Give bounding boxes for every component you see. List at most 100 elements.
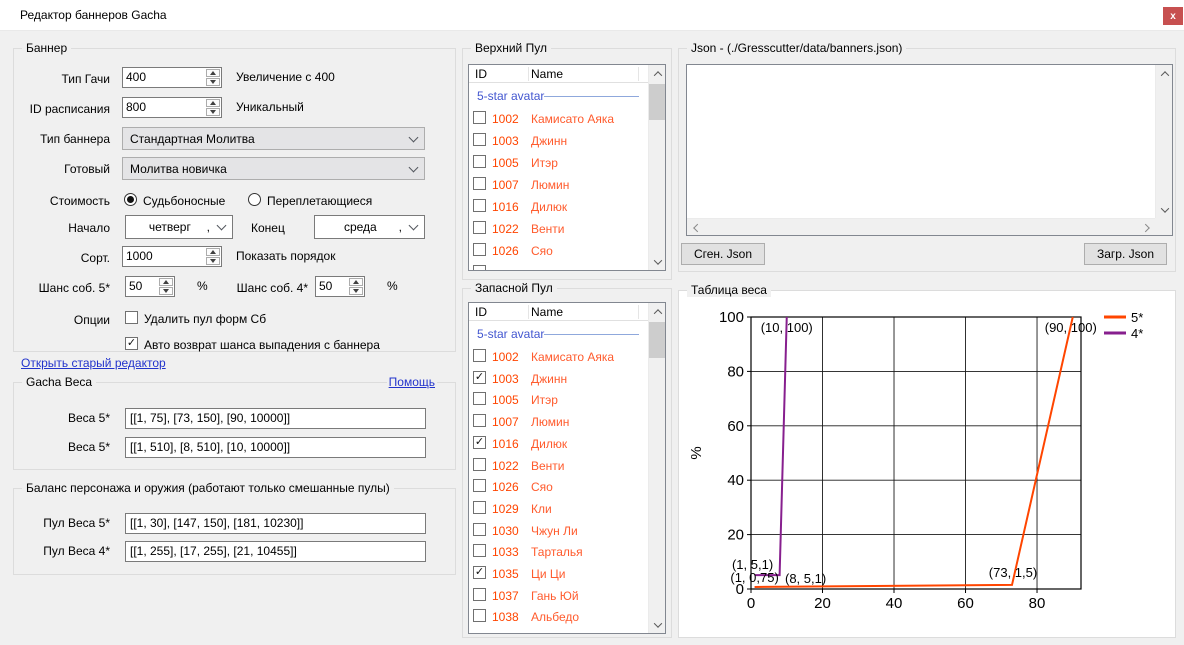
scroll-up-icon[interactable]: [1156, 65, 1173, 82]
spin-up-icon[interactable]: [206, 99, 220, 107]
item-checkbox[interactable]: [473, 177, 486, 190]
weights5-row2-input[interactable]: [[1, 510], [8, 510], [10, 10000]]: [125, 437, 426, 458]
start-day-select[interactable]: четверг,: [125, 215, 233, 239]
open-old-editor-link[interactable]: Открыть старый редактор: [21, 356, 166, 370]
item-checkbox[interactable]: [473, 523, 486, 536]
list-item[interactable]: ✓1016Дилюк: [469, 433, 649, 455]
banner-type-select[interactable]: Стандартная Молитва: [122, 127, 425, 150]
list-item[interactable]: 1033Тарталья: [469, 541, 649, 563]
scrollbar-thumb[interactable]: [649, 84, 665, 120]
item-checkbox[interactable]: [473, 133, 486, 146]
scroll-down-icon[interactable]: [1156, 201, 1173, 218]
json-horizontal-scrollbar[interactable]: [687, 218, 1155, 235]
scroll-up-icon[interactable]: [649, 303, 666, 320]
list-item[interactable]: 1030Чжун Ли: [469, 520, 649, 542]
list-item[interactable]: 1026Сяо: [469, 240, 649, 262]
list-item[interactable]: 1016Дилюк: [469, 196, 649, 218]
schedule-id-stepper[interactable]: 800: [122, 97, 222, 118]
column-header-id[interactable]: ID: [475, 305, 487, 319]
top-pool-list[interactable]: IDName5-star avatar1002Камисато Аяка1003…: [468, 64, 666, 271]
item-checkbox[interactable]: [473, 501, 486, 514]
item-checkbox[interactable]: [473, 458, 486, 471]
item-checkbox[interactable]: ✓: [473, 371, 486, 384]
item-checkbox[interactable]: [473, 199, 486, 212]
list-item[interactable]: ✓1003Джинн: [469, 368, 649, 390]
item-checkbox[interactable]: ✓: [473, 436, 486, 449]
scroll-down-icon[interactable]: [649, 253, 666, 270]
reserve-pool-list[interactable]: IDName5-star avatar1002Камисато Аяка✓100…: [468, 302, 666, 634]
spin-down-icon[interactable]: [206, 108, 220, 116]
column-header-name[interactable]: Name: [531, 305, 563, 319]
column-header-id[interactable]: ID: [475, 67, 487, 81]
list-item[interactable]: 1022Венти: [469, 218, 649, 240]
chance4-stepper[interactable]: 50: [315, 276, 365, 297]
item-checkbox[interactable]: [473, 414, 486, 427]
chance5-stepper[interactable]: 50: [125, 276, 175, 297]
list-item[interactable]: 1022Венти: [469, 455, 649, 477]
spin-up-icon[interactable]: [206, 248, 220, 256]
gacha-type-stepper[interactable]: 400: [122, 67, 222, 88]
list-item[interactable]: 1005Итэр: [469, 389, 649, 411]
json-vertical-scrollbar[interactable]: [1155, 65, 1172, 218]
cost-radio-fate[interactable]: [124, 193, 137, 206]
chance4-unit: %: [387, 279, 398, 293]
column-header-name[interactable]: Name: [531, 67, 563, 81]
item-checkbox[interactable]: [473, 479, 486, 492]
spin-up-icon[interactable]: [159, 278, 173, 286]
pool-weights4-input[interactable]: [[1, 255], [17, 255], [21, 10455]]: [125, 541, 426, 562]
chance5-label: Шанс соб. 5*: [14, 281, 110, 295]
list-item[interactable]: 1026Сяо: [469, 476, 649, 498]
end-day-select[interactable]: среда,: [314, 215, 425, 239]
spin-down-icon[interactable]: [159, 287, 173, 295]
item-checkbox[interactable]: [473, 392, 486, 405]
list-item[interactable]: 1029Кли: [469, 498, 649, 520]
sort-stepper[interactable]: 1000: [122, 246, 222, 267]
item-id: 1005: [492, 393, 519, 407]
list-item[interactable]: 1037Гань Юй: [469, 585, 649, 607]
item-checkbox[interactable]: [473, 588, 486, 601]
prefab-select[interactable]: Молитва новичка: [122, 157, 425, 180]
help-link[interactable]: Помощь: [387, 375, 437, 389]
item-checkbox[interactable]: [473, 609, 486, 622]
spin-down-icon[interactable]: [206, 78, 220, 86]
scroll-up-icon[interactable]: [649, 65, 666, 82]
list-item[interactable]: 1005Итэр: [469, 152, 649, 174]
item-checkbox[interactable]: [473, 243, 486, 256]
item-checkbox[interactable]: [473, 349, 486, 362]
chevron-down-icon: [409, 132, 419, 142]
list-scrollbar[interactable]: [648, 65, 665, 270]
item-id: 1007: [492, 178, 519, 192]
item-checkbox[interactable]: [473, 221, 486, 234]
scroll-left-icon[interactable]: [687, 219, 704, 236]
list-item[interactable]: 1007Люмин: [469, 411, 649, 433]
weights5-row1-input[interactable]: [[1, 75], [73, 150], [90, 10000]]: [125, 408, 426, 429]
list-item[interactable]: 1038Альбедо: [469, 606, 649, 628]
remove-weapon-pool-checkbox-label: Удалить пул форм Сб: [144, 312, 266, 326]
item-checkbox[interactable]: [473, 544, 486, 557]
scroll-down-icon[interactable]: [649, 616, 666, 633]
item-checkbox[interactable]: [473, 155, 486, 168]
item-checkbox[interactable]: [473, 111, 486, 124]
spin-up-icon[interactable]: [349, 278, 363, 286]
spin-down-icon[interactable]: [349, 287, 363, 295]
remove-weapon-pool-checkbox[interactable]: [125, 311, 138, 324]
spin-down-icon[interactable]: [206, 257, 220, 265]
cost-radio-intertwined[interactable]: [248, 193, 261, 206]
list-item[interactable]: 1002Камисато Аяка: [469, 346, 649, 368]
list-item[interactable]: ✓1035Ци Ци: [469, 563, 649, 585]
generate-json-button[interactable]: Сген. Json: [681, 243, 765, 265]
spin-up-icon[interactable]: [206, 69, 220, 77]
pool-weights5-input[interactable]: [[1, 30], [147, 150], [181, 10230]]: [125, 513, 426, 534]
list-item[interactable]: 1002Камисато Аяка: [469, 108, 649, 130]
json-textbox[interactable]: [688, 66, 1155, 218]
scroll-right-icon[interactable]: [1138, 219, 1155, 236]
list-item[interactable]: 1007Люмин: [469, 174, 649, 196]
start-label: Начало: [14, 221, 110, 235]
item-checkbox[interactable]: ✓: [473, 566, 486, 579]
load-json-button[interactable]: Загр. Json: [1084, 243, 1167, 265]
list-item[interactable]: 1003Джинн: [469, 130, 649, 152]
scrollbar-thumb[interactable]: [649, 322, 665, 358]
close-button[interactable]: x: [1163, 7, 1183, 25]
list-scrollbar[interactable]: [648, 303, 665, 633]
auto-return-chance-checkbox[interactable]: ✓: [125, 337, 138, 350]
